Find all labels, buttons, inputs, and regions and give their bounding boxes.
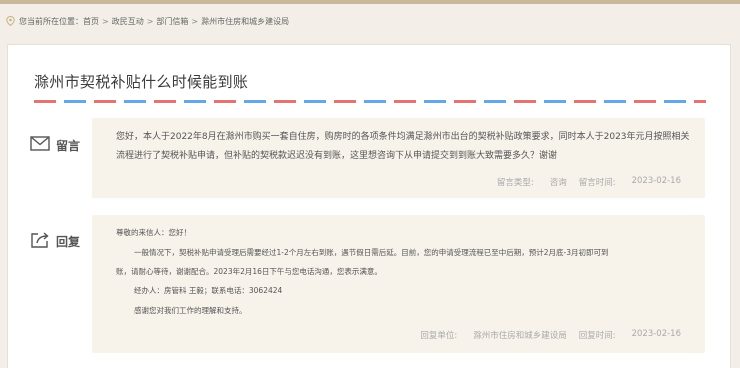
breadcrumb-interaction[interactable]: 政民互动 bbox=[112, 16, 144, 27]
reply-line-2: 账，请耐心等待，谢谢配合。2023年2月16日下午与您电话沟通，您表示满意。 bbox=[116, 267, 382, 276]
reply-line-4: 感谢您对我们工作的理解和支持。 bbox=[134, 306, 247, 315]
breadcrumb-separator: > bbox=[102, 16, 109, 26]
top-bar bbox=[0, 0, 740, 4]
location-pin-icon bbox=[6, 16, 16, 26]
breadcrumb-separator: > bbox=[146, 16, 154, 26]
message-time-label: 留言时间: bbox=[578, 178, 616, 188]
breadcrumb-separator: > bbox=[191, 16, 199, 26]
reply-time-value: 2023-02-16 bbox=[631, 329, 681, 339]
reply-line-1: 一般情况下，契税补贴申请受理后需要经过1-2个月左右到账，遇节假日需后延。目前，… bbox=[134, 248, 609, 257]
message-type-label: 留言类型: bbox=[496, 178, 534, 188]
reply-box: 尊敬的来信人：您好！ 一般情况下，契税补贴申请受理后需要经过1-2个月左右到账，… bbox=[92, 215, 705, 353]
breadcrumb-home[interactable]: 首页 bbox=[83, 16, 99, 27]
message-text: 您好，本人于2022年8月在滁州市购买一套自住房，购房时的各项条件均满足滁州市出… bbox=[116, 132, 690, 161]
reply-icon bbox=[30, 232, 56, 251]
message-type-value: 咨询 bbox=[549, 178, 567, 188]
message-label: 留言 bbox=[30, 136, 80, 154]
breadcrumb: 您当前所在位置： 首页 > 政民互动 > 部门信箱 > 滁州市住房和城乡建设局 bbox=[0, 8, 740, 34]
airmail-divider bbox=[34, 100, 706, 103]
reply-unit-label: 回复单位: bbox=[420, 331, 458, 341]
reply-meta: 回复单位: 滁州市住房和城乡建设局 回复时间: 2023-02-16 bbox=[420, 329, 681, 341]
page-title: 滁州市契税补贴什么时候能到账 bbox=[34, 73, 249, 91]
breadcrumb-bureau[interactable]: 滁州市住房和城乡建设局 bbox=[201, 16, 289, 27]
reply-unit-value: 滁州市住房和城乡建设局 bbox=[473, 331, 567, 341]
breadcrumb-mailbox[interactable]: 部门信箱 bbox=[156, 16, 188, 27]
message-box: 您好，本人于2022年8月在滁州市购买一套自住房，购房时的各项条件均满足滁州市出… bbox=[92, 118, 705, 198]
message-time-value: 2023-02-16 bbox=[631, 176, 681, 186]
breadcrumb-prefix: 您当前所在位置： bbox=[19, 16, 83, 26]
letter-card: 滁州市契税补贴什么时候能到账 留言 您好，本人于2022年8月在滁州市购买一套自… bbox=[7, 44, 731, 368]
reply-greeting: 尊敬的来信人：您好！ bbox=[116, 228, 191, 237]
reply-label: 回复 bbox=[30, 232, 80, 251]
envelope-icon bbox=[30, 136, 56, 154]
message-meta: 留言类型: 咨询 留言时间: 2023-02-16 bbox=[497, 176, 681, 188]
reply-line-3: 经办人：房管科 王毅；联系电话：3062424 bbox=[134, 286, 283, 295]
reply-time-label: 回复时间: bbox=[578, 331, 616, 341]
